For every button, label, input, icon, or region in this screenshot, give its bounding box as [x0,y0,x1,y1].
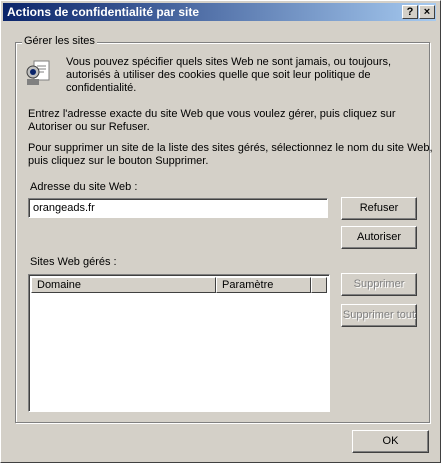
managed-sites-label: Sites Web gérés : [30,256,117,268]
site-address-input[interactable]: orangeads.fr [28,198,328,218]
privacy-info-icon [26,60,50,85]
instruction-text-remove: Pour supprimer un site de la liste des s… [28,142,433,168]
remove-all-button[interactable]: Supprimer tout [341,304,417,327]
title-bar[interactable]: Actions de confidentialité par site ? × [3,3,436,21]
column-header-domain[interactable]: Domaine [31,277,216,293]
info-text: Vous pouvez spécifier quels sites Web ne… [66,56,391,95]
info-line: Vous pouvez spécifier quels sites Web ne… [66,56,392,68]
allow-button[interactable]: Autoriser [341,226,417,249]
instruction-line: Entrez l'adresse exacte du site Web que … [28,108,396,120]
instruction-line: Pour supprimer un site de la liste des s… [28,142,433,154]
refuse-button[interactable]: Refuser [341,197,417,220]
window-title: Actions de confidentialité par site [7,5,200,19]
instruction-line: puis cliquez sur le bouton Supprimer. [28,155,209,167]
instruction-text-add: Entrez l'adresse exacte du site Web que … [28,108,396,134]
info-line: autorisés à utiliser des cookies quelle … [66,69,371,81]
instruction-line: Autoriser ou sur Refuser. [28,121,150,133]
column-header-setting[interactable]: Paramètre [216,277,311,293]
group-label: Gérer les sites [22,35,97,47]
ok-button[interactable]: OK [352,430,429,453]
managed-sites-list[interactable]: Domaine Paramètre [28,274,330,412]
info-line: confidentialité. [66,82,137,94]
column-header-filler [311,277,327,293]
address-label: Adresse du site Web : [30,181,138,193]
close-button[interactable]: × [419,5,435,19]
remove-button[interactable]: Supprimer [341,273,417,296]
help-button[interactable]: ? [402,5,418,19]
